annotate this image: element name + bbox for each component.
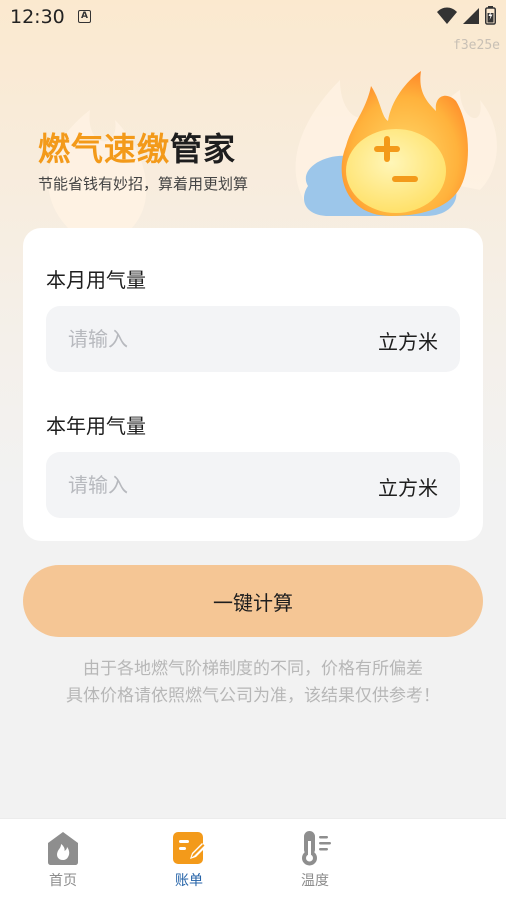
status-icons [437, 6, 496, 25]
wifi-icon [437, 7, 457, 24]
battery-icon [485, 6, 496, 25]
monthly-usage-input[interactable] [68, 306, 348, 372]
status-bar: 12:30 A [0, 0, 506, 34]
yearly-unit-label: 立方米 [378, 476, 438, 500]
disclaimer-line-2: 具体价格请依照燃气公司为准，该结果仅供参考！ [66, 686, 440, 706]
tab-bill-label: 账单 [175, 873, 203, 889]
app-subtitle: 节能省钱有妙招，算着用更划算 [38, 175, 249, 193]
tab-temperature[interactable]: 温度 [252, 819, 378, 899]
yearly-usage-input[interactable] [68, 452, 348, 518]
tab-temperature-label: 温度 [301, 873, 329, 889]
status-time: 12:30 [10, 6, 65, 28]
bill-edit-icon [173, 832, 206, 864]
notification-icon: A [78, 10, 91, 23]
app-title: 燃气速缴管家 [38, 124, 236, 170]
bottom-tab-bar: 首页 账单 温度 [0, 818, 506, 899]
app-title-part2: 管家 [170, 130, 237, 168]
tab-bill[interactable]: 账单 [126, 819, 252, 899]
tab-home-label: 首页 [49, 873, 77, 889]
tab-home[interactable]: 首页 [0, 819, 126, 899]
input-card: 本月用气量 立方米 本年用气量 立方米 [23, 228, 483, 541]
yearly-usage-field: 立方米 [46, 452, 460, 518]
calculate-button[interactable]: 一键计算 [23, 565, 483, 637]
yearly-usage-label: 本年用气量 [46, 414, 146, 438]
flame-mascot-illustration [303, 71, 468, 216]
flame-home-icon [48, 832, 78, 865]
monthly-unit-label: 立方米 [378, 330, 438, 354]
signal-icon [463, 7, 479, 24]
build-code-label: f3e25e [453, 38, 500, 53]
app-title-part1: 燃气速缴 [38, 130, 171, 168]
thermometer-icon [302, 831, 331, 866]
monthly-usage-field: 立方米 [46, 306, 460, 372]
monthly-usage-label: 本月用气量 [46, 268, 146, 292]
disclaimer-line-1: 由于各地燃气阶梯制度的不同，价格有所偏差 [83, 659, 423, 679]
disclaimer-text: 由于各地燃气阶梯制度的不同，价格有所偏差 具体价格请依照燃气公司为准，该结果仅供… [0, 656, 506, 710]
